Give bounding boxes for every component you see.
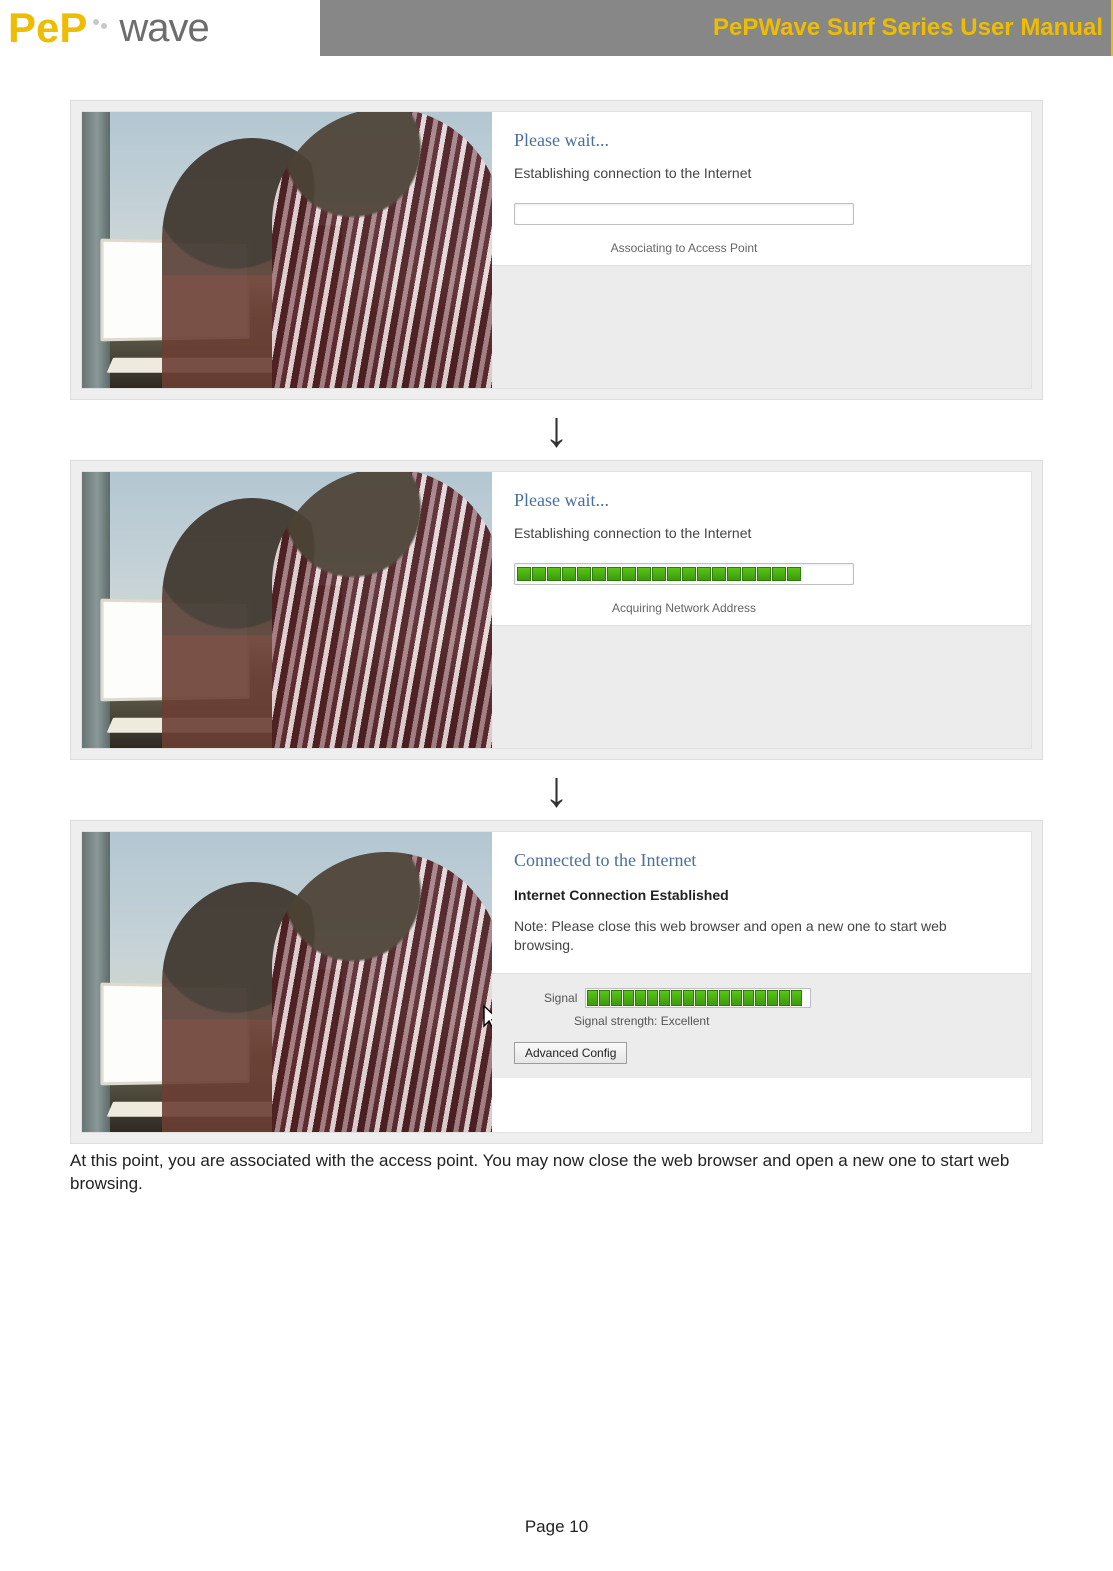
status-pane: Please wait... Establishing connection t… bbox=[492, 472, 1031, 748]
progress-bar bbox=[514, 203, 854, 225]
hero-image bbox=[82, 472, 492, 748]
title-bar: PePWave Surf Series User Manual bbox=[320, 0, 1113, 56]
progress-bar bbox=[514, 563, 854, 585]
hero-image bbox=[82, 832, 492, 1132]
screenshot-panel-2: Please wait... Establishing connection t… bbox=[81, 471, 1032, 749]
cursor-icon bbox=[482, 1004, 492, 1035]
connected-title: Connected to the Internet bbox=[514, 850, 1009, 871]
signal-row: Signal bbox=[544, 988, 1009, 1008]
screenshot-panel-1: Please wait... Establishing connection t… bbox=[81, 111, 1032, 389]
wait-subtitle: Establishing connection to the Internet bbox=[514, 165, 1009, 181]
screenshot-frame-2: Please wait... Establishing connection t… bbox=[70, 460, 1043, 760]
established-text: Internet Connection Established bbox=[514, 887, 1009, 903]
grey-area bbox=[492, 625, 1031, 748]
page-number: Page 10 bbox=[0, 1517, 1113, 1537]
brand-pep: PeP bbox=[8, 4, 87, 52]
down-arrow-icon: ↓ bbox=[70, 764, 1043, 814]
advanced-config-button[interactable]: Advanced Config bbox=[514, 1042, 627, 1064]
signal-label: Signal bbox=[544, 991, 577, 1005]
wait-title: Please wait... bbox=[514, 130, 1009, 151]
down-arrow-icon: ↓ bbox=[70, 404, 1043, 454]
status-pane: Connected to the Internet Internet Conne… bbox=[492, 832, 1031, 1132]
signal-caption: Signal strength: Excellent bbox=[574, 1014, 1009, 1028]
note-text: Note: Please close this web browser and … bbox=[514, 917, 1009, 955]
doc-title: PePWave Surf Series User Manual bbox=[713, 14, 1103, 42]
brand-logo: PeP wave bbox=[8, 4, 209, 52]
wait-subtitle: Establishing connection to the Internet bbox=[514, 525, 1009, 541]
page-footer: Page 10 bbox=[0, 1517, 1113, 1537]
screenshot-frame-3: Connected to the Internet Internet Conne… bbox=[70, 820, 1043, 1144]
page-header: PeP wave PePWave Surf Series User Manual bbox=[0, 0, 1113, 56]
brand-dots-icon bbox=[91, 14, 109, 42]
wait-title: Please wait... bbox=[514, 490, 1009, 511]
page-content: Please wait... Establishing connection t… bbox=[0, 56, 1113, 1196]
screenshot-frame-1: Please wait... Establishing connection t… bbox=[70, 100, 1043, 400]
grey-area bbox=[492, 265, 1031, 388]
brand-wave: wave bbox=[119, 6, 208, 51]
hero-image bbox=[82, 112, 492, 388]
progress-caption: Acquiring Network Address bbox=[514, 601, 854, 615]
progress-caption: Associating to Access Point bbox=[514, 241, 854, 255]
body-paragraph: At this point, you are associated with t… bbox=[70, 1150, 1043, 1196]
logo-area: PeP wave bbox=[0, 0, 320, 56]
grey-area: Signal Signal strength: Excellent Advanc… bbox=[492, 973, 1031, 1078]
status-pane: Please wait... Establishing connection t… bbox=[492, 112, 1031, 388]
signal-strength-bar bbox=[585, 988, 811, 1008]
screenshot-panel-3: Connected to the Internet Internet Conne… bbox=[81, 831, 1032, 1133]
